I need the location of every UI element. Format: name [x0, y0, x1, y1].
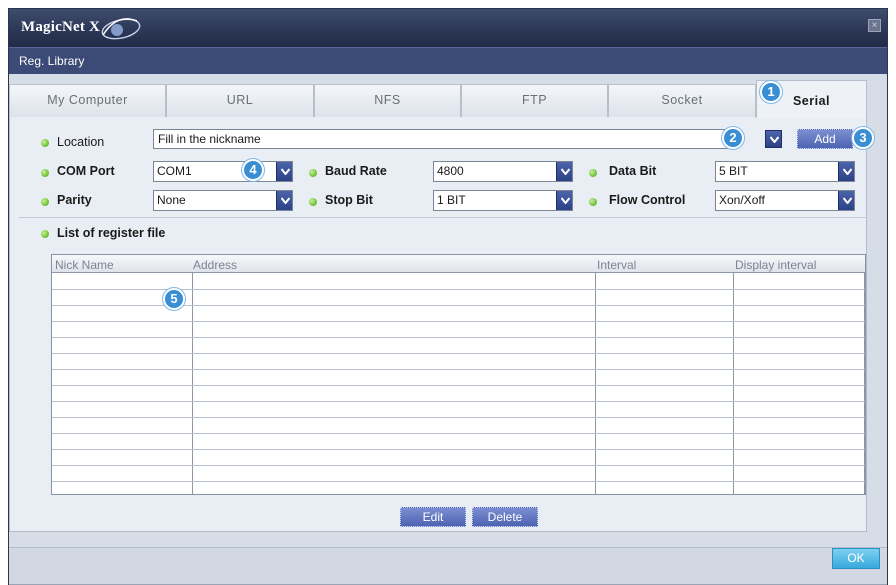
- baud-rate-select[interactable]: 4800: [433, 161, 573, 182]
- callout-2-icon: 2: [722, 127, 744, 149]
- table-row[interactable]: [52, 337, 865, 338]
- register-list-bullet-icon: [41, 230, 49, 238]
- add-button[interactable]: Add: [797, 129, 853, 149]
- register-list-title: List of register file: [57, 226, 166, 240]
- location-input[interactable]: Fill in the nickname: [153, 129, 729, 149]
- parity-label: Parity: [57, 193, 92, 207]
- com-port-select[interactable]: COM1: [153, 161, 293, 182]
- section-divider: [19, 217, 867, 218]
- edit-button[interactable]: Edit: [400, 507, 466, 527]
- table-row[interactable]: [52, 369, 865, 370]
- stop-bit-dropdown-button[interactable]: [556, 191, 572, 210]
- table-row[interactable]: [52, 401, 865, 402]
- parity-bullet-icon: [41, 198, 49, 206]
- tab-my-computer[interactable]: My Computer: [9, 84, 166, 117]
- com-port-label: COM Port: [57, 164, 115, 178]
- parity-dropdown-button[interactable]: [276, 191, 292, 210]
- data-bit-value: 5 BIT: [719, 164, 748, 178]
- baud-rate-bullet-icon: [309, 169, 317, 177]
- table-row[interactable]: [52, 321, 865, 322]
- data-bit-dropdown-button[interactable]: [838, 162, 854, 181]
- baud-rate-label: Baud Rate: [325, 164, 387, 178]
- tab-socket[interactable]: Socket: [608, 84, 756, 117]
- data-bit-bullet-icon: [589, 169, 597, 177]
- table-row[interactable]: [52, 417, 865, 418]
- data-bit-select[interactable]: 5 BIT: [715, 161, 855, 182]
- window-close-button[interactable]: ×: [868, 19, 881, 32]
- delete-button[interactable]: Delete: [472, 507, 538, 527]
- table-row[interactable]: [52, 433, 865, 434]
- ok-button[interactable]: OK: [832, 548, 880, 569]
- parity-select[interactable]: None: [153, 190, 293, 211]
- baud-rate-value: 4800: [437, 164, 464, 178]
- table-row[interactable]: [52, 449, 865, 450]
- parity-value: None: [157, 193, 186, 207]
- tab-strip: My Computer URL NFS FTP Socket Serial: [9, 80, 867, 118]
- com-port-dropdown-button[interactable]: [276, 162, 292, 181]
- flow-control-bullet-icon: [589, 198, 597, 206]
- callout-3-icon: 3: [852, 127, 874, 149]
- tab-ftp[interactable]: FTP: [461, 84, 608, 117]
- column-header-display-interval[interactable]: Display interval: [735, 258, 816, 272]
- column-header-interval[interactable]: Interval: [597, 258, 636, 272]
- column-divider: [733, 273, 734, 494]
- callout-1-icon: 1: [760, 81, 782, 103]
- data-bit-label: Data Bit: [609, 164, 657, 178]
- chevron-down-icon: [770, 136, 779, 143]
- tab-url[interactable]: URL: [166, 84, 314, 117]
- stop-bit-select[interactable]: 1 BIT: [433, 190, 573, 211]
- stop-bit-value: 1 BIT: [437, 193, 466, 207]
- location-bullet-icon: [41, 139, 49, 147]
- column-header-address[interactable]: Address: [193, 258, 237, 272]
- chevron-down-icon: [561, 197, 570, 204]
- com-port-bullet-icon: [41, 169, 49, 177]
- table-row[interactable]: [52, 385, 865, 386]
- flow-control-label: Flow Control: [609, 193, 686, 207]
- logo-swirl-icon: [101, 18, 141, 40]
- chevron-down-icon: [281, 197, 290, 204]
- callout-5-icon: 5: [163, 288, 185, 310]
- stop-bit-bullet-icon: [309, 198, 317, 206]
- column-divider: [864, 273, 865, 494]
- table-row[interactable]: [52, 465, 865, 466]
- app-logo: MagicNet X: [21, 19, 101, 35]
- column-divider: [595, 273, 596, 494]
- dialog-footer: [9, 547, 887, 584]
- column-header-nick-name[interactable]: Nick Name: [55, 258, 114, 272]
- flow-control-dropdown-button[interactable]: [838, 191, 854, 210]
- com-port-value: COM1: [157, 164, 192, 178]
- location-label: Location: [57, 135, 105, 149]
- chevron-down-icon: [843, 168, 852, 175]
- menu-bar: Reg. Library: [9, 47, 887, 74]
- chevron-down-icon: [843, 197, 852, 204]
- tab-nfs[interactable]: NFS: [314, 84, 461, 117]
- table-row[interactable]: [52, 481, 865, 482]
- location-dropdown-button[interactable]: [765, 130, 782, 148]
- menu-title: Reg. Library: [19, 54, 85, 68]
- callout-4-icon: 4: [242, 159, 264, 181]
- chevron-down-icon: [281, 168, 290, 175]
- baud-rate-dropdown-button[interactable]: [556, 162, 572, 181]
- flow-control-select[interactable]: Xon/Xoff: [715, 190, 855, 211]
- table-row[interactable]: [52, 353, 865, 354]
- title-bar: MagicNet X ×: [9, 9, 887, 47]
- chevron-down-icon: [561, 168, 570, 175]
- column-divider: [192, 273, 193, 494]
- flow-control-value: Xon/Xoff: [719, 193, 765, 207]
- stop-bit-label: Stop Bit: [325, 193, 373, 207]
